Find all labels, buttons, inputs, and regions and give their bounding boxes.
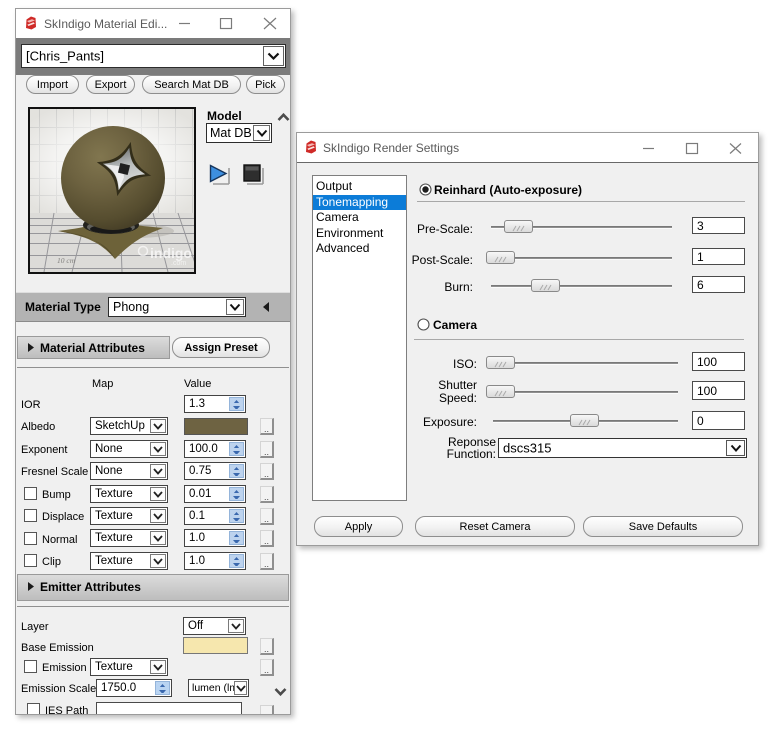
svg-text:10 cm: 10 cm	[57, 256, 76, 265]
svg-text:indigo: indigo	[150, 245, 192, 261]
svg-text:.com: .com	[171, 260, 186, 267]
